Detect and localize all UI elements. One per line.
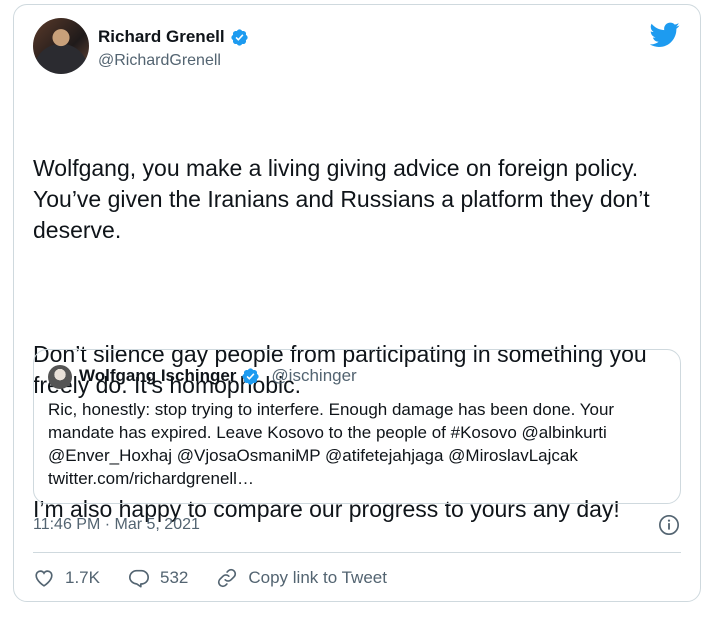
quoted-author-name: Wolfgang Ischinger	[79, 366, 237, 385]
author-name-row[interactable]: Richard Grenell	[98, 27, 249, 47]
twitter-logo-icon[interactable]	[650, 22, 680, 48]
heart-icon	[35, 570, 53, 587]
quoted-author-avatar	[48, 365, 72, 389]
quoted-tweet[interactable]: Wolfgang Ischinger @ischinger Ric, hones…	[33, 349, 681, 504]
reply-icon	[128, 569, 149, 588]
verified-badge-icon	[230, 28, 248, 46]
author-avatar[interactable]	[33, 18, 89, 74]
link-icon	[218, 568, 237, 588]
tweet-card: Richard Grenell @RichardGrenell Wolfgang…	[13, 4, 701, 602]
action-bar: 1.7K 532 Copy link to Tweet	[33, 567, 415, 589]
info-icon[interactable]	[658, 514, 680, 536]
reply-count: 532	[159, 568, 189, 587]
author-handle[interactable]: @RichardGrenell	[98, 52, 221, 70]
quoted-tweet-text: Ric, honestly: stop trying to interfere.…	[48, 400, 615, 488]
copy-link-button[interactable]: Copy link to Tweet	[216, 567, 387, 589]
divider	[33, 552, 681, 553]
tweet-timestamp[interactable]: 11:46 PM · Mar 5, 2021	[33, 516, 200, 534]
author-name[interactable]: Richard Grenell	[98, 27, 225, 47]
verified-badge-icon	[242, 367, 260, 385]
like-button[interactable]: 1.7K	[33, 567, 100, 589]
tweet-paragraph: Wolfgang, you make a living giving advic…	[33, 155, 657, 243]
copy-link-label: Copy link to Tweet	[248, 568, 387, 587]
reply-button[interactable]: 532	[128, 567, 188, 589]
quoted-author-handle: @ischinger	[271, 366, 357, 385]
quoted-author-row: Wolfgang Ischinger @ischinger	[79, 366, 357, 386]
like-count: 1.7K	[65, 568, 100, 587]
